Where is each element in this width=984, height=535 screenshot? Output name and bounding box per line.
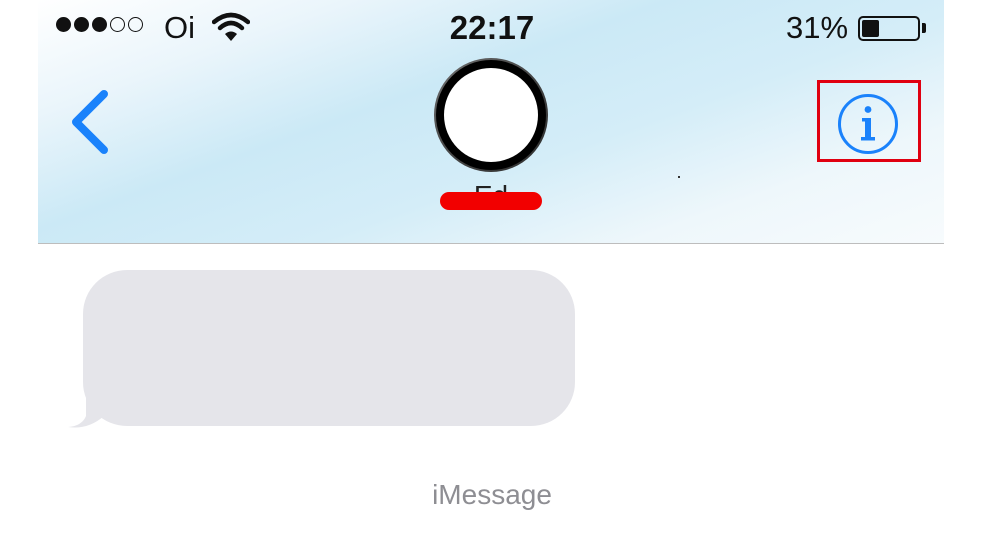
- incoming-message-bubble[interactable]: [83, 270, 575, 426]
- service-label: iMessage: [432, 479, 552, 510]
- info-circle-icon[interactable]: [837, 93, 899, 155]
- battery-icon: [858, 16, 920, 41]
- chevron-left-icon[interactable]: [66, 88, 116, 156]
- battery-tip: [922, 23, 926, 33]
- speck: [678, 176, 680, 178]
- name-redaction: [440, 192, 542, 210]
- status-bar: Oi 22:17 31%: [0, 0, 984, 56]
- messages-screen: Oi 22:17 31% Ed iMessage: [0, 0, 984, 535]
- contact-name-button[interactable]: Ed: [436, 176, 546, 216]
- battery-percentage: 31%: [786, 10, 849, 45]
- contact-avatar[interactable]: [434, 58, 548, 172]
- avatar-redaction: [444, 68, 538, 162]
- battery-level-fill: [862, 20, 879, 37]
